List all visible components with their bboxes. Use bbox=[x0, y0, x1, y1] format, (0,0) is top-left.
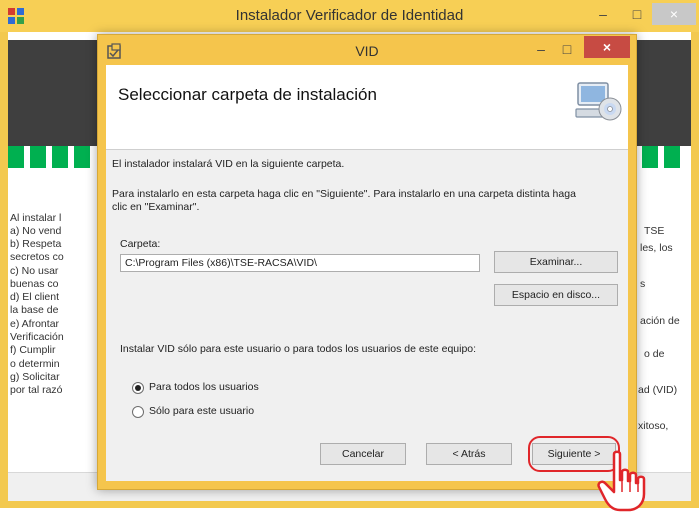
dialog-heading: Seleccionar carpeta de instalación bbox=[118, 85, 377, 104]
install-scope-question: Instalar VID sólo para este usuario o pa… bbox=[120, 343, 477, 355]
outer-body-text: ad (VID) bbox=[638, 384, 678, 396]
folder-label: Carpeta: bbox=[120, 238, 161, 250]
instructions-text: clic en "Examinar". bbox=[112, 201, 200, 213]
outer-body-text: ación de bbox=[640, 315, 680, 327]
radio-this-user[interactable] bbox=[132, 406, 144, 418]
outer-body-text: e) Afrontar bbox=[10, 318, 60, 330]
outer-body-text: Al instalar l bbox=[10, 212, 62, 224]
outer-maximize-button[interactable]: □ bbox=[624, 3, 650, 25]
outer-close-button[interactable]: × bbox=[652, 3, 696, 25]
browse-button[interactable]: Examinar... bbox=[494, 251, 618, 273]
outer-body-text: les, los bbox=[640, 242, 673, 254]
dialog-header: Seleccionar carpeta de instalación bbox=[106, 65, 628, 150]
cancel-button[interactable]: Cancelar bbox=[320, 443, 406, 465]
dialog-maximize-button[interactable]: □ bbox=[554, 38, 580, 60]
outer-body-text: o determin bbox=[10, 358, 60, 370]
outer-title-bar[interactable]: Instalador Verificador de Identidad – □ … bbox=[0, 0, 699, 32]
outer-body-text: a) No vend bbox=[10, 225, 62, 237]
radio-selected-dot bbox=[135, 385, 141, 391]
outer-body-text: d) El client bbox=[10, 291, 60, 303]
outer-body-text: c) No usar bbox=[10, 265, 59, 277]
outer-body-text: xitoso, bbox=[638, 420, 669, 432]
intro-text: El instalador instalará VID en la siguie… bbox=[112, 158, 345, 170]
radio-all-users-label[interactable]: Para todos los usuarios bbox=[149, 381, 259, 394]
dialog-body: El instalador instalará VID en la siguie… bbox=[106, 150, 646, 512]
outer-body-text: TSE bbox=[644, 225, 665, 237]
computer-cd-icon bbox=[575, 82, 622, 121]
dialog-minimize-button[interactable]: – bbox=[528, 38, 554, 60]
back-button[interactable]: < Atrás bbox=[426, 443, 512, 465]
disk-space-button[interactable]: Espacio en disco... bbox=[494, 284, 618, 306]
folder-path-input[interactable] bbox=[120, 254, 480, 272]
outer-body-text: b) Respeta bbox=[10, 238, 62, 250]
radio-this-user-label[interactable]: Sólo para este usuario bbox=[149, 405, 254, 418]
outer-body-text: buenas co bbox=[10, 278, 59, 290]
outer-body-text: g) Solicitar bbox=[10, 371, 60, 383]
dialog-close-button[interactable]: × bbox=[584, 36, 630, 58]
outer-minimize-button[interactable]: – bbox=[590, 3, 616, 25]
outer-body-text: s bbox=[640, 278, 646, 290]
instructions-text: Para instalarlo en esta carpeta haga cli… bbox=[112, 188, 576, 200]
outer-body-text: secretos co bbox=[10, 251, 64, 263]
outer-body-text: Verificación bbox=[10, 331, 64, 343]
outer-body-text: f) Cumplir bbox=[10, 344, 56, 356]
outer-body-text: o de bbox=[644, 348, 665, 360]
outer-body-text: por tal razó bbox=[10, 384, 63, 396]
install-folder-dialog: VID – □ × Seleccionar carpeta de instala… bbox=[97, 34, 646, 512]
radio-all-users[interactable] bbox=[132, 382, 144, 394]
hand-cursor-icon bbox=[597, 450, 646, 512]
outer-body-text: la base de bbox=[10, 304, 59, 316]
